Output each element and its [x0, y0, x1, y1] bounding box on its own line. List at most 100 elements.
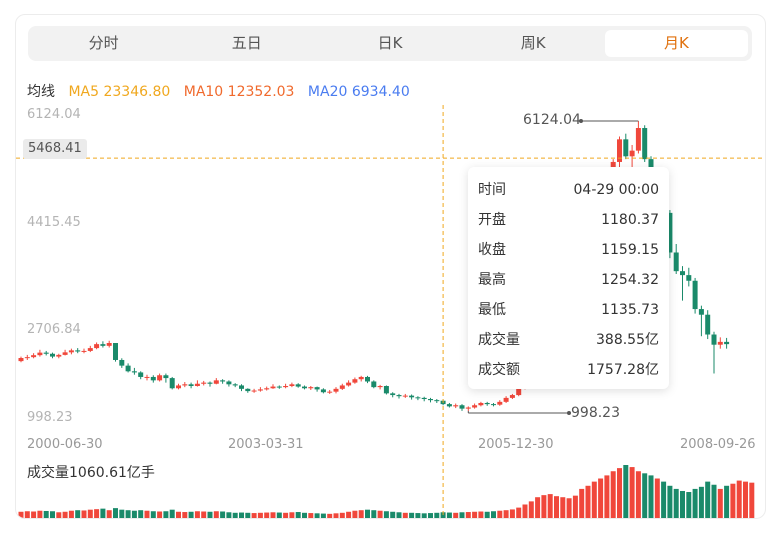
volume-bar [547, 494, 553, 518]
volume-bar [629, 467, 635, 518]
volume-bar [24, 511, 30, 518]
volume-bar [472, 511, 478, 518]
candle-body [421, 397, 427, 400]
tooltip-key: 收盘 [478, 242, 506, 258]
candle-body [428, 399, 433, 401]
volume-bar [541, 495, 547, 518]
candle-body [434, 400, 440, 402]
tooltip-key: 开盘 [478, 212, 506, 228]
volume-bar [75, 510, 81, 518]
volume-bar [144, 510, 150, 518]
candle-body [698, 309, 704, 315]
candle-body [680, 271, 685, 276]
tooltip-key: 最高 [478, 272, 506, 288]
candle-body [276, 386, 282, 388]
candle-body [402, 395, 408, 397]
candle-body [308, 387, 314, 389]
candle-body [453, 405, 459, 407]
volume-bar [239, 512, 244, 518]
volume-bar [270, 512, 276, 518]
candle-body [390, 393, 396, 396]
candle-body [283, 386, 289, 388]
candle-body [188, 384, 194, 387]
candle-body [56, 354, 62, 357]
candle-body [642, 128, 648, 160]
volume-bar [56, 512, 62, 518]
tooltip-value: 04-29 00:00 [573, 182, 659, 198]
volume-bar [119, 509, 125, 518]
volume-bar [409, 512, 415, 518]
candle-body [251, 390, 257, 392]
tooltip-row: 开盘 1180.37 [478, 205, 659, 235]
candle-body [50, 353, 55, 357]
volume-bar [188, 511, 194, 518]
volume-bar [87, 509, 93, 518]
volume-bar [465, 512, 471, 518]
volume-bar [705, 481, 711, 518]
volume-bar [654, 478, 660, 518]
volume-bar [339, 512, 345, 518]
volume-bar [610, 471, 616, 518]
candle-body [711, 334, 717, 345]
candle-body [459, 405, 465, 409]
candle-body [207, 382, 213, 384]
candle-body [472, 405, 478, 408]
volume-bar [446, 512, 452, 518]
candle-body [623, 139, 629, 157]
candle-body [106, 343, 112, 346]
candle-body [232, 384, 238, 386]
candle-body [163, 375, 169, 379]
volume-bar [604, 475, 610, 518]
volume-bar [68, 510, 74, 518]
candle-body [43, 352, 49, 354]
tooltip-row: 时间 04-29 00:00 [478, 175, 659, 205]
volume-label: 成交量1060.61亿手 [27, 465, 155, 481]
volume-bar [491, 511, 496, 518]
volume-bar [157, 511, 163, 518]
volume-bar [371, 510, 377, 518]
candle-body [176, 385, 181, 389]
volume-bar [566, 498, 572, 518]
volume-bar [245, 512, 251, 518]
candle-body [113, 343, 118, 360]
volume-bar [428, 513, 433, 518]
tooltip-value: 1180.37 [601, 212, 659, 228]
candle-body [358, 376, 364, 380]
candle-body [705, 314, 711, 335]
candle-body [686, 275, 692, 281]
volume-bar [617, 468, 622, 518]
candle-body [352, 379, 358, 383]
max-price-label: 6124.04 [523, 112, 581, 128]
volume-bar [711, 484, 717, 518]
volume-bar [276, 512, 282, 518]
volume-bar [207, 511, 213, 518]
volume-bar [453, 512, 459, 518]
volume-bar [43, 510, 49, 518]
candle-body [157, 375, 163, 381]
candle-body [194, 383, 200, 387]
volume-bar [131, 510, 137, 518]
volume-bar [352, 510, 358, 518]
candle-body [503, 397, 509, 402]
volume-bar [717, 488, 723, 518]
volume-bar [302, 512, 307, 518]
candle-body [125, 365, 131, 372]
volume-bar [598, 478, 604, 518]
candle-body [673, 252, 679, 272]
candle-body [150, 376, 156, 381]
candle-body [226, 381, 232, 385]
tooltip-value: 1159.15 [601, 242, 659, 258]
volume-bar [415, 513, 421, 518]
volume-bar [125, 510, 131, 518]
candle-body [415, 397, 421, 399]
volume-bar [194, 511, 200, 518]
candle-body [446, 404, 452, 407]
volume-bar [314, 513, 320, 518]
volume-bar [232, 512, 238, 518]
volume-bar [138, 510, 144, 518]
volume-bar [522, 504, 528, 518]
volume-bar [113, 508, 118, 518]
volume-bar [648, 475, 654, 518]
candle-body [314, 387, 320, 390]
volume-bar [667, 485, 673, 518]
